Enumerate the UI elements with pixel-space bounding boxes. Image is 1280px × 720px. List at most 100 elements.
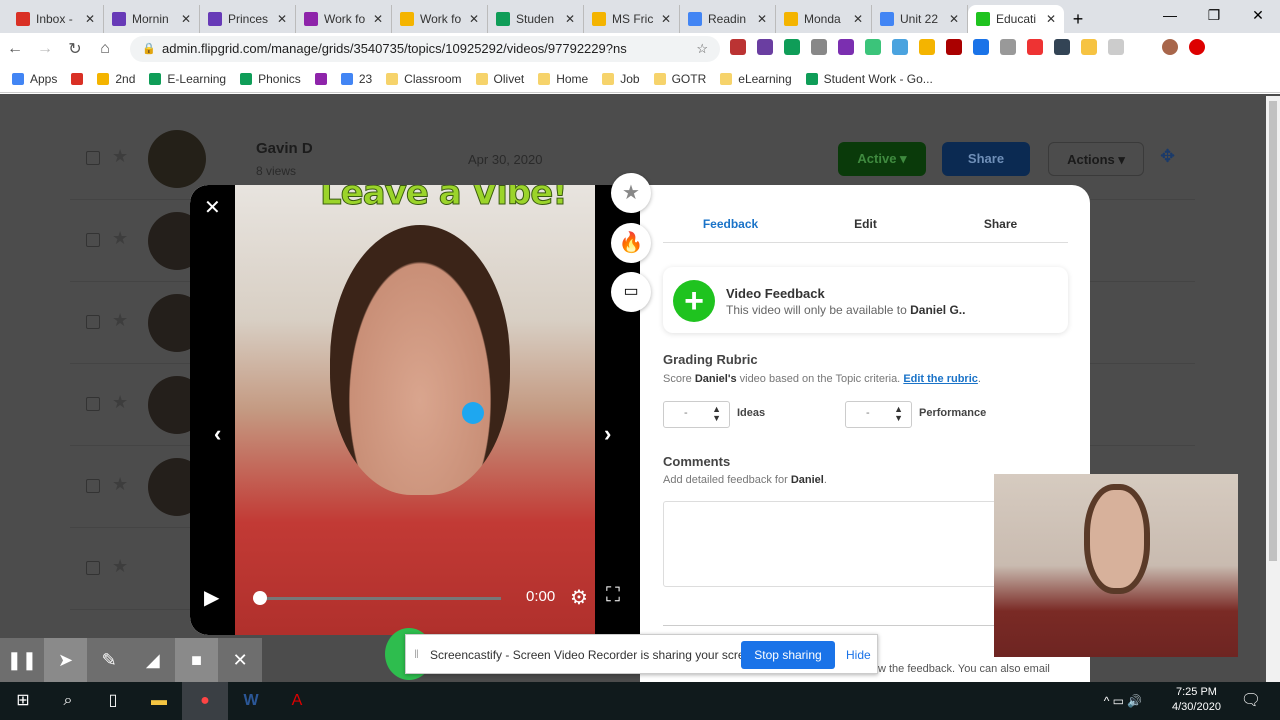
seek-thumb[interactable] <box>253 591 267 605</box>
tab-close-icon[interactable]: ✕ <box>85 12 95 26</box>
extension-icon[interactable] <box>973 39 989 55</box>
browser-tab[interactable]: Unit 22 ✕ <box>872 5 968 33</box>
webcam-overlay[interactable] <box>994 474 1238 657</box>
edit-rubric-link[interactable]: Edit the rubric <box>903 373 978 385</box>
tab-close-icon[interactable]: ✕ <box>373 12 383 26</box>
stop-sharing-button[interactable]: Stop sharing <box>741 641 835 669</box>
drag-handle-icon[interactable]: ‖ <box>414 647 419 661</box>
bookmark-item[interactable]: eLearning <box>720 72 792 86</box>
close-toolbar-icon[interactable]: ✕ <box>218 638 262 682</box>
browser-tab[interactable]: Work fo ✕ <box>392 5 488 33</box>
next-video-icon[interactable]: › <box>604 421 611 447</box>
home-icon[interactable]: ⌂ <box>90 40 120 58</box>
drag-handle-icon[interactable]: ✥ <box>1160 146 1175 167</box>
extension-icon[interactable] <box>730 39 746 55</box>
url-input[interactable]: 🔒 admin.flipgrid.com/manage/grids/3540735… <box>130 36 720 62</box>
browser-tab[interactable]: Inbox - ✕ <box>8 5 104 33</box>
sticker-icon[interactable]: ▭ <box>611 272 651 312</box>
browser-tab[interactable]: Educati ✕ <box>968 5 1064 33</box>
video-feedback-card[interactable]: + Video Feedback This video will only be… <box>663 267 1068 333</box>
media-icon[interactable] <box>1135 39 1151 55</box>
bookmark-item[interactable]: Student Work - Go... <box>805 72 933 86</box>
video-player[interactable]: Leave a Vibe! ✕ ‹ › ▶ 0:00 ⚙ ⛶ <box>190 185 640 635</box>
previous-video-icon[interactable]: ‹ <box>214 421 221 447</box>
search-icon[interactable]: ⌕ <box>45 682 91 720</box>
plus-icon[interactable]: + <box>673 280 715 322</box>
windows-start-icon[interactable]: ⊞ <box>0 682 46 720</box>
bookmark-item[interactable]: Apps <box>12 72 57 86</box>
pen-icon[interactable]: ✎ <box>87 638 131 682</box>
actions-dropdown[interactable]: Actions ▾ <box>1048 142 1144 176</box>
new-tab-button[interactable]: + <box>1064 5 1092 33</box>
bookmark-item[interactable]: GOTR <box>653 72 706 86</box>
bookmark-star-icon[interactable]: ☆ <box>696 36 708 62</box>
extension-icon[interactable] <box>1108 39 1124 55</box>
forward-icon[interactable]: → <box>30 40 60 58</box>
fire-icon[interactable]: 🔥 <box>611 223 651 263</box>
restore-button[interactable]: ❐ <box>1192 0 1236 30</box>
browser-tab[interactable]: Readin ✕ <box>680 5 776 33</box>
status-dropdown[interactable]: Active ▾ <box>838 142 926 176</box>
hide-button[interactable]: Hide <box>846 648 871 662</box>
extension-icon[interactable] <box>919 39 935 55</box>
acrobat-icon[interactable]: A <box>274 682 320 720</box>
browser-tab[interactable]: Studen ✕ <box>488 5 584 33</box>
star-rating-icon[interactable]: ★ <box>611 173 651 213</box>
extension-icon[interactable] <box>946 39 962 55</box>
bookmark-item[interactable] <box>314 72 327 85</box>
tab-edit[interactable]: Edit <box>798 217 933 242</box>
extension-icon[interactable] <box>1054 39 1070 55</box>
bookmark-item[interactable]: Home <box>538 72 588 86</box>
gear-icon[interactable]: ⚙ <box>570 585 588 610</box>
browser-tab[interactable]: Work fo ✕ <box>296 5 392 33</box>
performance-score-stepper[interactable]: - ▲ ▼ <box>845 401 912 428</box>
tab-close-icon[interactable]: ✕ <box>949 12 959 26</box>
extension-icon[interactable] <box>811 39 827 55</box>
tab-close-icon[interactable]: ✕ <box>469 12 479 26</box>
pause-icon[interactable]: ❚❚ <box>0 638 44 682</box>
extension-icon[interactable] <box>1000 39 1016 55</box>
extension-icon[interactable] <box>892 39 908 55</box>
tab-close-icon[interactable]: ✕ <box>757 12 767 26</box>
profile-avatar[interactable] <box>1162 39 1178 55</box>
browser-tab[interactable]: MS Fric ✕ <box>584 5 680 33</box>
star-icon[interactable]: ★ <box>112 146 128 167</box>
play-icon[interactable]: ▶ <box>204 585 219 610</box>
bookmark-item[interactable] <box>71 72 84 85</box>
bookmark-item[interactable]: 23 <box>340 72 372 86</box>
notifications-icon[interactable]: 🗨 <box>1228 682 1274 720</box>
browser-tab[interactable]: Mornin ✕ <box>104 5 200 33</box>
bookmark-item[interactable]: Classroom <box>386 72 462 86</box>
tab-close-icon[interactable]: ✕ <box>1046 12 1056 26</box>
chrome-icon[interactable]: ● <box>182 682 228 720</box>
tray-icons[interactable]: ^ ▭ 🔊 <box>1100 682 1146 720</box>
ideas-score-stepper[interactable]: - ▲ ▼ <box>663 401 730 428</box>
file-explorer-icon[interactable]: ▬ <box>136 682 182 720</box>
row-checkbox[interactable] <box>86 151 100 165</box>
cursor-tool-icon[interactable]: ➤ <box>43 638 88 682</box>
bookmark-item[interactable]: E-Learning <box>149 72 226 86</box>
word-icon[interactable]: W <box>228 682 274 720</box>
tab-close-icon[interactable]: ✕ <box>277 12 287 26</box>
seek-bar[interactable] <box>258 597 501 600</box>
extension-icon[interactable] <box>757 39 773 55</box>
camera-icon[interactable]: ■ <box>174 638 219 682</box>
share-button[interactable]: Share <box>942 142 1030 176</box>
close-window-button[interactable]: ✕ <box>1236 0 1280 30</box>
bookmark-item[interactable]: Job <box>602 72 640 86</box>
minimize-button[interactable]: — <box>1148 0 1192 30</box>
tab-feedback[interactable]: Feedback <box>663 217 798 242</box>
fullscreen-icon[interactable]: ⛶ <box>606 584 620 607</box>
extension-icon[interactable] <box>838 39 854 55</box>
bookmark-item[interactable]: 2nd <box>97 72 135 86</box>
bookmark-item[interactable]: Phonics <box>240 72 301 86</box>
close-icon[interactable]: ✕ <box>204 195 221 220</box>
tab-share[interactable]: Share <box>933 217 1068 242</box>
extension-icon[interactable] <box>1081 39 1097 55</box>
tab-close-icon[interactable]: ✕ <box>661 12 671 26</box>
bookmark-item[interactable]: Olivet <box>475 72 524 86</box>
clock[interactable]: 7:25 PM 4/30/2020 <box>1172 685 1221 715</box>
back-icon[interactable]: ← <box>0 40 30 58</box>
page-scrollbar[interactable] <box>1266 96 1280 682</box>
extension-icon[interactable] <box>1027 39 1043 55</box>
